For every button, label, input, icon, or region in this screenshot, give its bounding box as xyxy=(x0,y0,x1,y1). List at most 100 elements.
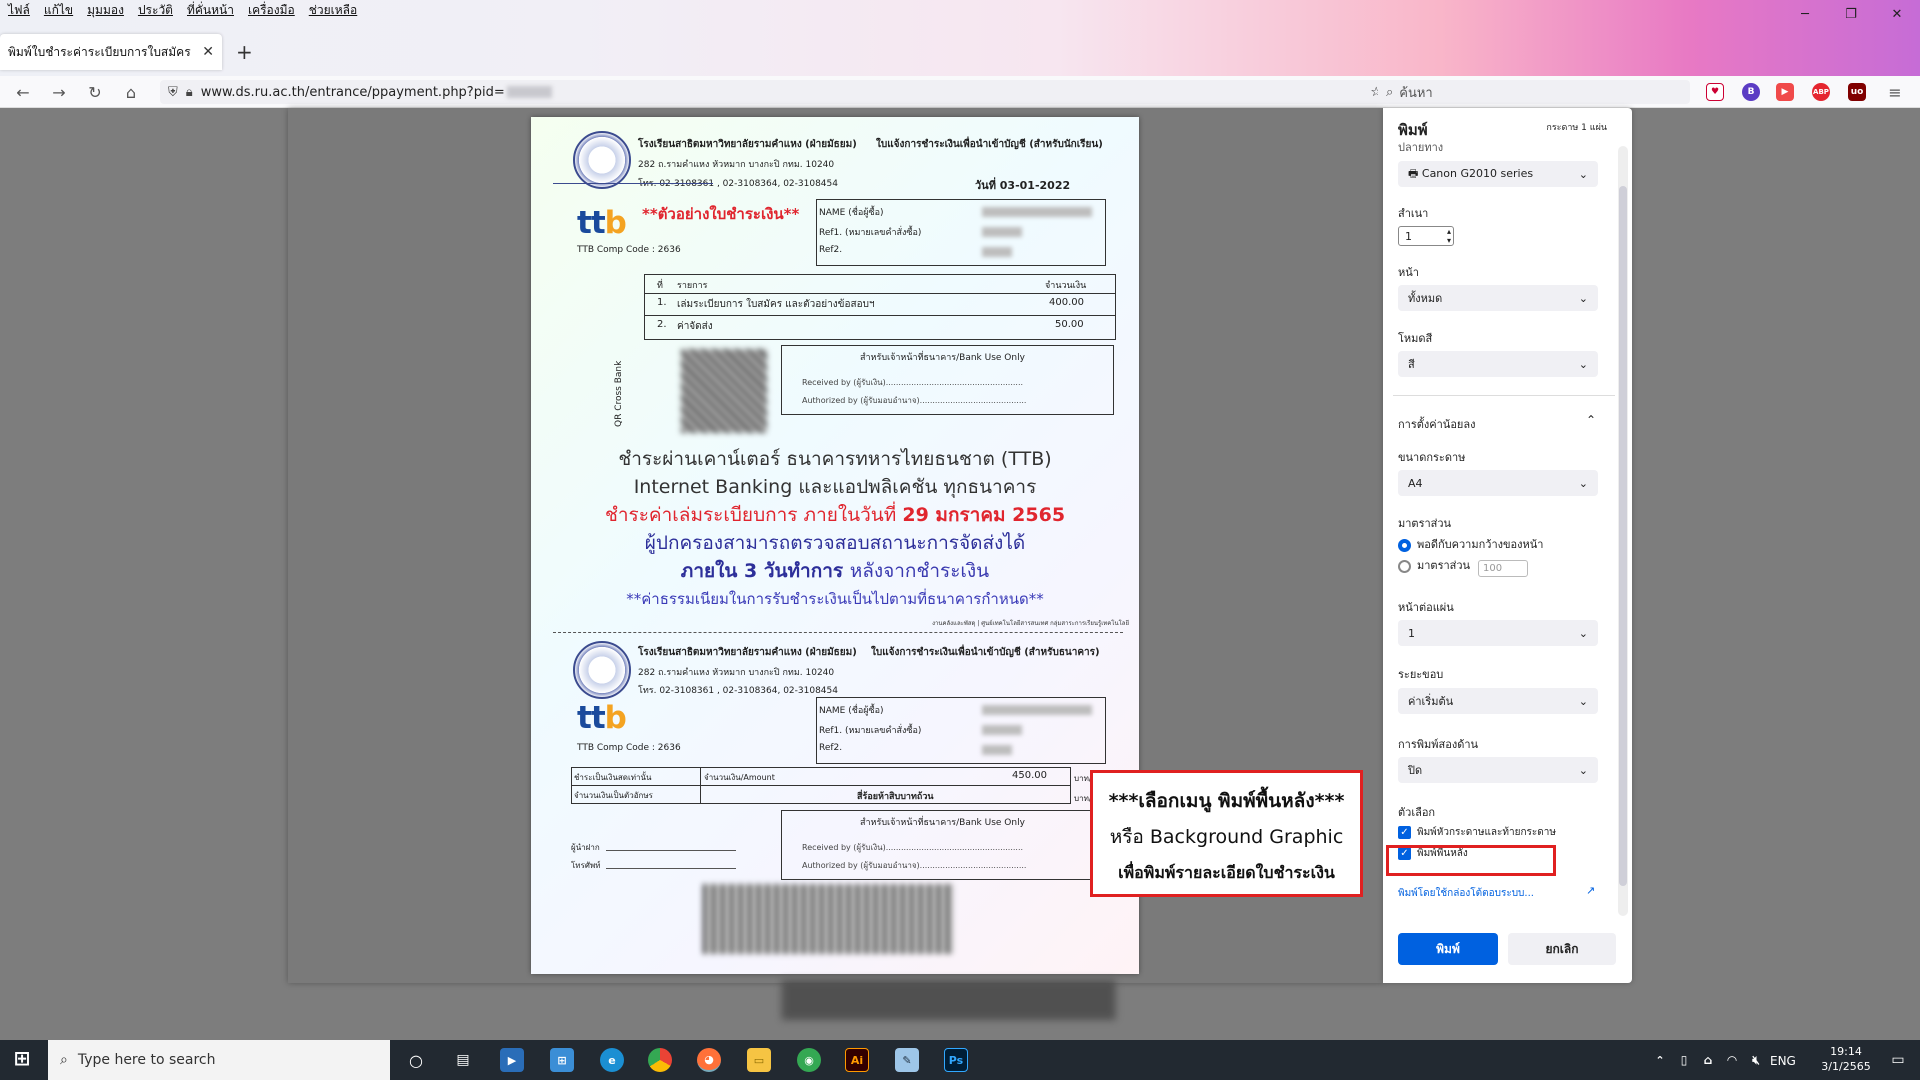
margins-value: ค่าเริ่มต้น xyxy=(1408,695,1454,708)
search-box[interactable]: ⌕ ค้นหา xyxy=(1378,80,1690,104)
volume-muted-icon[interactable]: 🔇︎ xyxy=(1744,1048,1768,1072)
restore-icon[interactable]: ❐ xyxy=(1828,0,1874,28)
pages-per-sheet-select[interactable]: 1 ⌄ xyxy=(1398,620,1598,646)
system-dialog-link[interactable]: พิมพ์โดยใช้กล่องโต้ตอบระบบ... xyxy=(1398,886,1534,901)
url-bar[interactable]: ⛨ 🔒︎ www.ds.ru.ac.th/entrance/ppayment.p… xyxy=(160,80,1390,104)
menu-bar: ไฟล์ แก้ไข มุมมอง ประวัติ ที่คั่นหน้า เค… xyxy=(0,0,357,20)
store-icon[interactable]: ⊞ xyxy=(550,1048,574,1072)
col-amount: จำนวนเงิน xyxy=(1045,281,1087,291)
notepad-icon[interactable]: ✎ xyxy=(895,1048,919,1072)
stepper-icon[interactable]: ▴ ▾ xyxy=(1447,227,1451,245)
minimize-icon[interactable]: ─ xyxy=(1782,0,1828,28)
photoshop-icon[interactable]: Ps xyxy=(944,1048,968,1072)
footer-note: งานคลังและพัสดุ | ศูนย์เทคโนโลยีสารสนเทศ… xyxy=(932,620,1129,627)
col-item: รายการ xyxy=(677,281,708,291)
callout-line-3: เพื่อพิมพ์รายละเอียดใบชำระเงิน xyxy=(1118,863,1335,882)
chrome-profile-icon[interactable]: ◉ xyxy=(797,1048,821,1072)
shield-icon[interactable]: ⛨ xyxy=(168,85,178,100)
taskbar-search[interactable]: ⌕ Type here to search xyxy=(48,1040,390,1080)
external-link-icon[interactable]: ↗ xyxy=(1586,884,1595,897)
amount-text: สี่ร้อยห้าสิบบาทถ้วน xyxy=(857,792,934,802)
menu-file[interactable]: ไฟล์ xyxy=(8,1,30,20)
lock-icon[interactable]: 🔒︎ xyxy=(186,85,193,100)
menu-bookmarks[interactable]: ที่คั่นหน้า xyxy=(187,1,234,20)
windows-start-icon[interactable]: ⊞ xyxy=(10,1046,34,1070)
headers-footers-option[interactable]: ✓ พิมพ์หัวกระดาษและท้ายกระดาษ xyxy=(1398,825,1556,840)
menu-history[interactable]: ประวัติ xyxy=(138,1,173,20)
forward-icon[interactable]: → xyxy=(48,82,70,102)
bank-use-box: สำหรับเจ้าหน้าที่ธนาคาร/Bank Use Only Re… xyxy=(781,345,1114,415)
menu-view[interactable]: มุมมอง xyxy=(87,1,124,20)
ublock-icon[interactable]: uo xyxy=(1848,83,1866,101)
options-label: ตัวเลือก xyxy=(1398,806,1436,819)
checkbox-checked-icon[interactable]: ✓ xyxy=(1398,825,1411,839)
cancel-button[interactable]: ยกเลิก xyxy=(1508,933,1616,965)
notification-icon[interactable]: ▭ xyxy=(1886,1048,1910,1072)
radio-icon[interactable] xyxy=(1398,559,1411,573)
search-placeholder: ค้นหา xyxy=(1399,85,1433,101)
home-icon[interactable]: ⌂ xyxy=(120,82,142,102)
clock-date: 3/1/2565 xyxy=(1821,1060,1871,1073)
close-window-icon[interactable]: ✕ xyxy=(1874,0,1920,28)
copies-input[interactable]: 1 ▴ ▾ xyxy=(1398,226,1454,246)
divider xyxy=(645,293,1115,294)
browser-tab[interactable]: พิมพ์ใบชำระค่าระเบียบการใบสมัคร ✕ xyxy=(0,34,222,70)
extension-b-icon[interactable]: B xyxy=(1742,83,1760,101)
cortana-icon[interactable]: ○ xyxy=(404,1048,428,1072)
adblock-icon[interactable]: ABP xyxy=(1812,83,1830,101)
pocket-icon[interactable]: ♥ xyxy=(1706,83,1724,101)
ref2-label: Ref2. xyxy=(819,245,843,255)
color-mode-select[interactable]: สี ⌄ xyxy=(1398,351,1598,377)
color-mode-value: สี xyxy=(1408,358,1415,371)
paper-size-select[interactable]: A4 ⌄ xyxy=(1398,470,1598,496)
panel-scrollbar[interactable] xyxy=(1618,146,1628,916)
wifi-icon[interactable]: ◠ xyxy=(1720,1048,1744,1072)
print-button[interactable]: พิมพ์ xyxy=(1398,933,1498,965)
ref1-label: Ref1. (หมายเลขคำสั่งซื้อ) xyxy=(819,726,922,736)
extension-video-icon[interactable]: ▶ xyxy=(1776,83,1794,101)
scale-input[interactable]: 100 xyxy=(1478,560,1528,577)
printer-icon: 🖶 xyxy=(1408,166,1422,180)
media-app-icon[interactable]: ▶ xyxy=(500,1048,524,1072)
clock[interactable]: 19:14 3/1/2565 xyxy=(1818,1044,1874,1074)
ttb-logo: ttb xyxy=(577,700,627,736)
payer-label: ผู้นำฝาก xyxy=(571,843,600,852)
menu-help[interactable]: ช่วยเหลือ xyxy=(309,1,358,20)
reload-icon[interactable]: ↻ xyxy=(84,82,106,102)
school-address: 282 ถ.รามคำแหง หัวหมาก บางกะปิ กทม. 1024… xyxy=(638,160,835,170)
illustrator-icon[interactable]: Ai xyxy=(845,1048,869,1072)
name-label: NAME (ชื่อผู้ซื้อ) xyxy=(819,706,884,716)
firefox-icon[interactable]: ◕ xyxy=(697,1048,721,1072)
cash-only-label: ชำระเป็นเงินสดเท่านั้น xyxy=(574,773,652,782)
scale-custom-option[interactable]: มาตราส่วน xyxy=(1398,556,1470,574)
menu-tools[interactable]: เครื่องมือ xyxy=(248,1,295,20)
back-icon[interactable]: ← xyxy=(12,82,34,102)
chevron-up-icon[interactable]: ⌃ xyxy=(1586,413,1596,427)
ref2-redacted xyxy=(982,247,1012,257)
cut-line xyxy=(553,632,1123,633)
network-icon[interactable]: ⌂ xyxy=(1696,1048,1720,1072)
chevron-up-icon[interactable]: ⌃ xyxy=(1648,1048,1672,1072)
menu-edit[interactable]: แก้ไข xyxy=(44,1,73,20)
chrome-icon[interactable] xyxy=(648,1048,672,1072)
printer-select[interactable]: 🖶 Canon G2010 series ⌄ xyxy=(1398,161,1598,187)
new-tab-button[interactable]: + xyxy=(236,40,253,64)
pages-select[interactable]: ทั้งหมด ⌄ xyxy=(1398,285,1598,311)
radio-selected-icon[interactable] xyxy=(1398,538,1411,552)
margins-select[interactable]: ค่าเริ่มต้น ⌄ xyxy=(1398,688,1598,714)
tab-close-icon[interactable]: ✕ xyxy=(202,44,214,60)
file-explorer-icon[interactable]: ▭ xyxy=(747,1048,771,1072)
duplex-select[interactable]: ปิด ⌄ xyxy=(1398,757,1598,783)
edge-icon[interactable]: e xyxy=(600,1048,624,1072)
copies-label: สำเนา xyxy=(1398,207,1429,220)
authorized-by: Authorized by (ผู้รับมอบอำนาจ)..........… xyxy=(802,396,1027,405)
amount-value: 450.00 xyxy=(1012,770,1047,781)
pages-per-sheet-label: หน้าต่อแผ่น xyxy=(1398,601,1454,614)
less-settings-toggle[interactable]: การตั้งค่าน้อยลง xyxy=(1398,415,1475,433)
scale-fit-option[interactable]: พอดีกับความกว้างของหน้า xyxy=(1398,535,1543,553)
task-view-icon[interactable]: ▤ xyxy=(451,1048,475,1072)
hamburger-menu-icon[interactable]: ≡ xyxy=(1884,82,1906,102)
device-icon[interactable]: ▯ xyxy=(1672,1048,1696,1072)
payer-info-box: NAME (ชื่อผู้ซื้อ) Ref1. (หมายเลขคำสั่งซ… xyxy=(816,199,1106,266)
language-indicator[interactable]: ENG xyxy=(1770,1054,1796,1068)
